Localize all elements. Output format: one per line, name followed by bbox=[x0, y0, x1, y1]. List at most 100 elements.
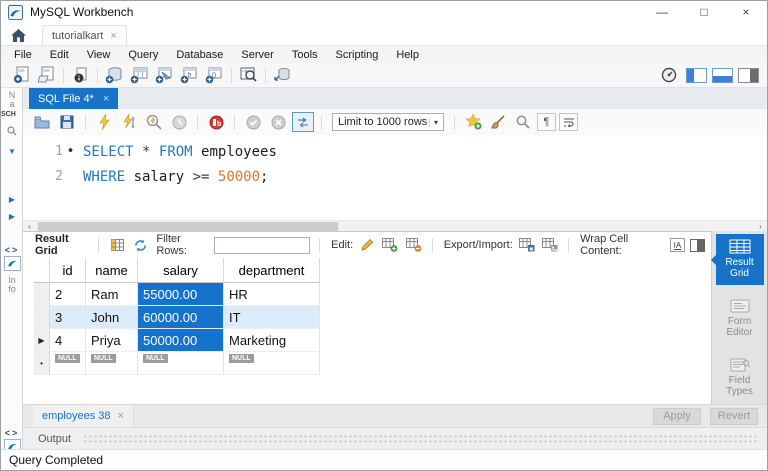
column-header-name[interactable]: name bbox=[86, 258, 138, 283]
result-set-tab[interactable]: employees 38 × bbox=[33, 405, 134, 427]
collapse-side-panel-icon[interactable] bbox=[690, 238, 705, 252]
expander-arrow-icon[interactable]: ▶ bbox=[1, 212, 23, 221]
side-tab-result-grid[interactable]: Result Grid bbox=[710, 234, 764, 285]
menu-server[interactable]: Server bbox=[232, 49, 282, 61]
connect-database-icon[interactable] bbox=[270, 65, 295, 85]
maximize-button[interactable]: □ bbox=[683, 1, 725, 23]
grid-cell[interactable]: 50000.00 bbox=[138, 329, 224, 352]
toggle-right-panel-button[interactable] bbox=[738, 67, 759, 83]
menu-query[interactable]: Query bbox=[119, 49, 167, 61]
result-set-tab-close-icon[interactable]: × bbox=[118, 410, 124, 422]
create-table-icon[interactable] bbox=[127, 65, 152, 85]
connection-tab-close-icon[interactable]: × bbox=[110, 30, 116, 42]
grid-cell[interactable]: IT bbox=[224, 306, 320, 329]
beautify-broom-icon[interactable] bbox=[487, 112, 509, 132]
revert-button[interactable]: Revert bbox=[710, 407, 758, 425]
create-function-icon[interactable]: () bbox=[202, 65, 227, 85]
row-gutter[interactable] bbox=[34, 283, 50, 306]
stop-query-icon[interactable] bbox=[168, 112, 190, 132]
sql-file-tab[interactable]: SQL File 4* × bbox=[29, 88, 119, 109]
menu-scripting[interactable]: Scripting bbox=[327, 49, 388, 61]
create-procedure-icon[interactable]: b bbox=[177, 65, 202, 85]
grid-null-cell[interactable]: NULL bbox=[138, 352, 224, 375]
delete-row-icon[interactable] bbox=[405, 236, 423, 254]
scrollbar-thumb[interactable] bbox=[38, 222, 338, 231]
word-wrap-toggle-icon[interactable] bbox=[559, 113, 578, 131]
schema-filter-icon[interactable]: ▼ bbox=[1, 147, 23, 156]
menu-help[interactable]: Help bbox=[387, 49, 428, 61]
export-recordset-icon[interactable] bbox=[518, 236, 536, 254]
navigator-collapsed-label[interactable]: Na bbox=[8, 91, 16, 109]
new-row-gutter[interactable]: • bbox=[34, 352, 50, 375]
apply-button[interactable]: Apply bbox=[653, 407, 701, 425]
grid-cell[interactable]: 55000.00 bbox=[138, 283, 224, 306]
stop-on-error-toggle-icon[interactable]: b bbox=[205, 112, 227, 132]
close-button[interactable]: × bbox=[725, 1, 767, 23]
create-view-icon[interactable] bbox=[152, 65, 177, 85]
open-file-icon[interactable] bbox=[31, 112, 53, 132]
autocommit-toggle-icon[interactable] bbox=[292, 112, 314, 132]
find-icon[interactable] bbox=[512, 112, 534, 132]
commit-icon[interactable] bbox=[242, 112, 264, 132]
editor-horizontal-scrollbar[interactable]: ‹ › bbox=[23, 220, 767, 231]
side-tab-field-types[interactable]: Field Types bbox=[716, 353, 764, 403]
sql-editor[interactable]: 1 • SELECT * FROM employees 2 WHERE salary >… bbox=[23, 135, 767, 220]
column-header-salary[interactable]: salary bbox=[138, 258, 224, 283]
schema-search-icon[interactable] bbox=[1, 126, 23, 136]
rollback-icon[interactable] bbox=[267, 112, 289, 132]
menu-file[interactable]: File bbox=[5, 49, 41, 61]
schemas-collapsed-label[interactable]: SCH bbox=[1, 111, 16, 118]
grid-cell[interactable]: Priya bbox=[86, 329, 138, 352]
menu-tools[interactable]: Tools bbox=[283, 49, 327, 61]
grid-cell[interactable]: Marketing bbox=[224, 329, 320, 352]
menu-database[interactable]: Database bbox=[167, 49, 232, 61]
toggle-bottom-panel-button[interactable] bbox=[712, 67, 733, 83]
column-header-id[interactable]: id bbox=[50, 258, 86, 283]
invisible-characters-toggle-icon[interactable]: ¶ bbox=[537, 113, 556, 131]
grid-null-cell[interactable]: NULL bbox=[86, 352, 138, 375]
panel-collapse-arrows[interactable]: <> bbox=[1, 428, 23, 438]
refresh-icon[interactable] bbox=[131, 236, 149, 254]
sidebar-dolphin-button[interactable] bbox=[1, 256, 23, 271]
grid-cell[interactable]: John bbox=[86, 306, 138, 329]
row-limit-dropdown[interactable]: Limit to 1000 rows ▾ bbox=[332, 113, 444, 131]
grid-cell[interactable]: 4 bbox=[50, 329, 86, 352]
import-recordset-icon[interactable] bbox=[541, 236, 559, 254]
grid-null-cell[interactable]: NULL bbox=[224, 352, 320, 375]
output-panel-header[interactable]: Output bbox=[23, 427, 767, 449]
home-tab-icon[interactable] bbox=[11, 29, 26, 42]
open-script-icon[interactable] bbox=[34, 65, 59, 85]
info-collapsed-label[interactable]: Info bbox=[8, 276, 16, 294]
dashboard-gauge-icon[interactable] bbox=[656, 65, 681, 85]
search-table-data-icon[interactable] bbox=[236, 65, 261, 85]
edit-record-pencil-icon[interactable] bbox=[358, 236, 376, 254]
grid-cell[interactable]: 60000.00 bbox=[138, 306, 224, 329]
row-gutter[interactable] bbox=[34, 306, 50, 329]
save-icon[interactable] bbox=[56, 112, 78, 132]
insert-row-icon[interactable] bbox=[381, 236, 399, 254]
sql-file-tab-close-icon[interactable]: × bbox=[103, 93, 109, 105]
new-query-tab-icon[interactable] bbox=[9, 65, 34, 85]
grid-cell[interactable]: 3 bbox=[50, 306, 86, 329]
filter-rows-input[interactable] bbox=[214, 236, 311, 254]
execute-icon[interactable] bbox=[93, 112, 115, 132]
grid-cell[interactable]: HR bbox=[224, 283, 320, 306]
grid-cell[interactable]: 2 bbox=[50, 283, 86, 306]
grid-view-icon[interactable] bbox=[108, 236, 126, 254]
code-line[interactable]: 2 WHERE salary >= 50000; bbox=[23, 164, 767, 189]
explain-plan-icon[interactable] bbox=[143, 112, 165, 132]
toggle-left-panel-button[interactable] bbox=[686, 67, 707, 83]
execute-current-statement-icon[interactable] bbox=[118, 112, 140, 132]
expander-arrow-icon[interactable]: ▶ bbox=[1, 195, 23, 204]
connection-tab[interactable]: tutorialkart × bbox=[42, 25, 127, 45]
inspector-icon[interactable] bbox=[68, 65, 93, 85]
panel-collapse-arrows[interactable]: <> bbox=[1, 245, 23, 255]
grid-cell[interactable]: Ram bbox=[86, 283, 138, 306]
code-line[interactable]: 1 • SELECT * FROM employees bbox=[23, 139, 767, 164]
menu-view[interactable]: View bbox=[78, 49, 120, 61]
row-gutter[interactable]: ▶ bbox=[34, 329, 50, 352]
grid-null-cell[interactable]: NULL bbox=[50, 352, 86, 375]
wrap-cell-content-icon[interactable]: IA bbox=[669, 238, 686, 252]
minimize-button[interactable]: — bbox=[641, 1, 683, 23]
create-schema-icon[interactable] bbox=[102, 65, 127, 85]
